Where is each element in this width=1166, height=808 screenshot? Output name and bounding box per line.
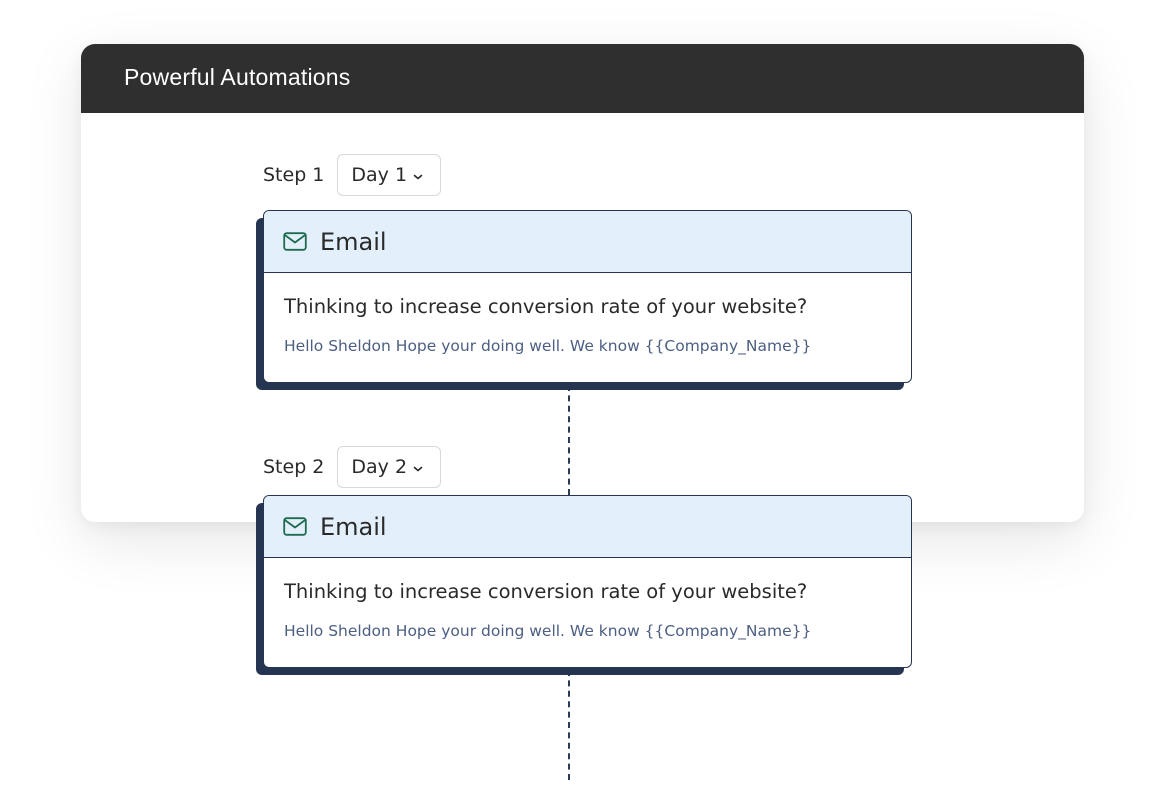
- automation-stage: Powerful Automations Step 1 Day 1 Email …: [0, 0, 1166, 808]
- chevron-down-icon: [413, 164, 423, 186]
- email-subject: Thinking to increase conversion rate of …: [284, 580, 808, 603]
- step-1-row: Step 1 Day 1: [263, 154, 442, 196]
- email-card[interactable]: Email Thinking to increase conversion ra…: [263, 210, 912, 383]
- email-card[interactable]: Email Thinking to increase conversion ra…: [263, 495, 912, 668]
- chevron-down-icon: [413, 456, 423, 478]
- mail-icon: [283, 517, 307, 536]
- card-type-label: Email: [320, 512, 387, 541]
- connector-line: [568, 670, 570, 780]
- email-preview: Hello Sheldon Hope your doing well. We k…: [284, 337, 812, 355]
- card-header: Email: [264, 211, 911, 273]
- card-header: Email: [264, 496, 911, 558]
- step-label: Step 2: [263, 456, 325, 478]
- email-subject: Thinking to increase conversion rate of …: [284, 295, 808, 318]
- step-2-card[interactable]: Email Thinking to increase conversion ra…: [256, 495, 912, 675]
- connector-line: [568, 385, 570, 495]
- day-select-value: Day 1: [351, 164, 408, 186]
- day-select-value: Day 2: [351, 456, 408, 478]
- step-2-row: Step 2 Day 2: [263, 446, 442, 488]
- card-type-label: Email: [320, 227, 387, 256]
- step-1-card[interactable]: Email Thinking to increase conversion ra…: [256, 210, 912, 390]
- panel-header: Powerful Automations: [81, 44, 1084, 113]
- email-preview: Hello Sheldon Hope your doing well. We k…: [284, 622, 812, 640]
- day-select[interactable]: Day 1: [337, 154, 442, 196]
- panel-title: Powerful Automations: [124, 64, 351, 90]
- mail-icon: [283, 232, 307, 251]
- step-label: Step 1: [263, 164, 325, 186]
- day-select[interactable]: Day 2: [337, 446, 442, 488]
